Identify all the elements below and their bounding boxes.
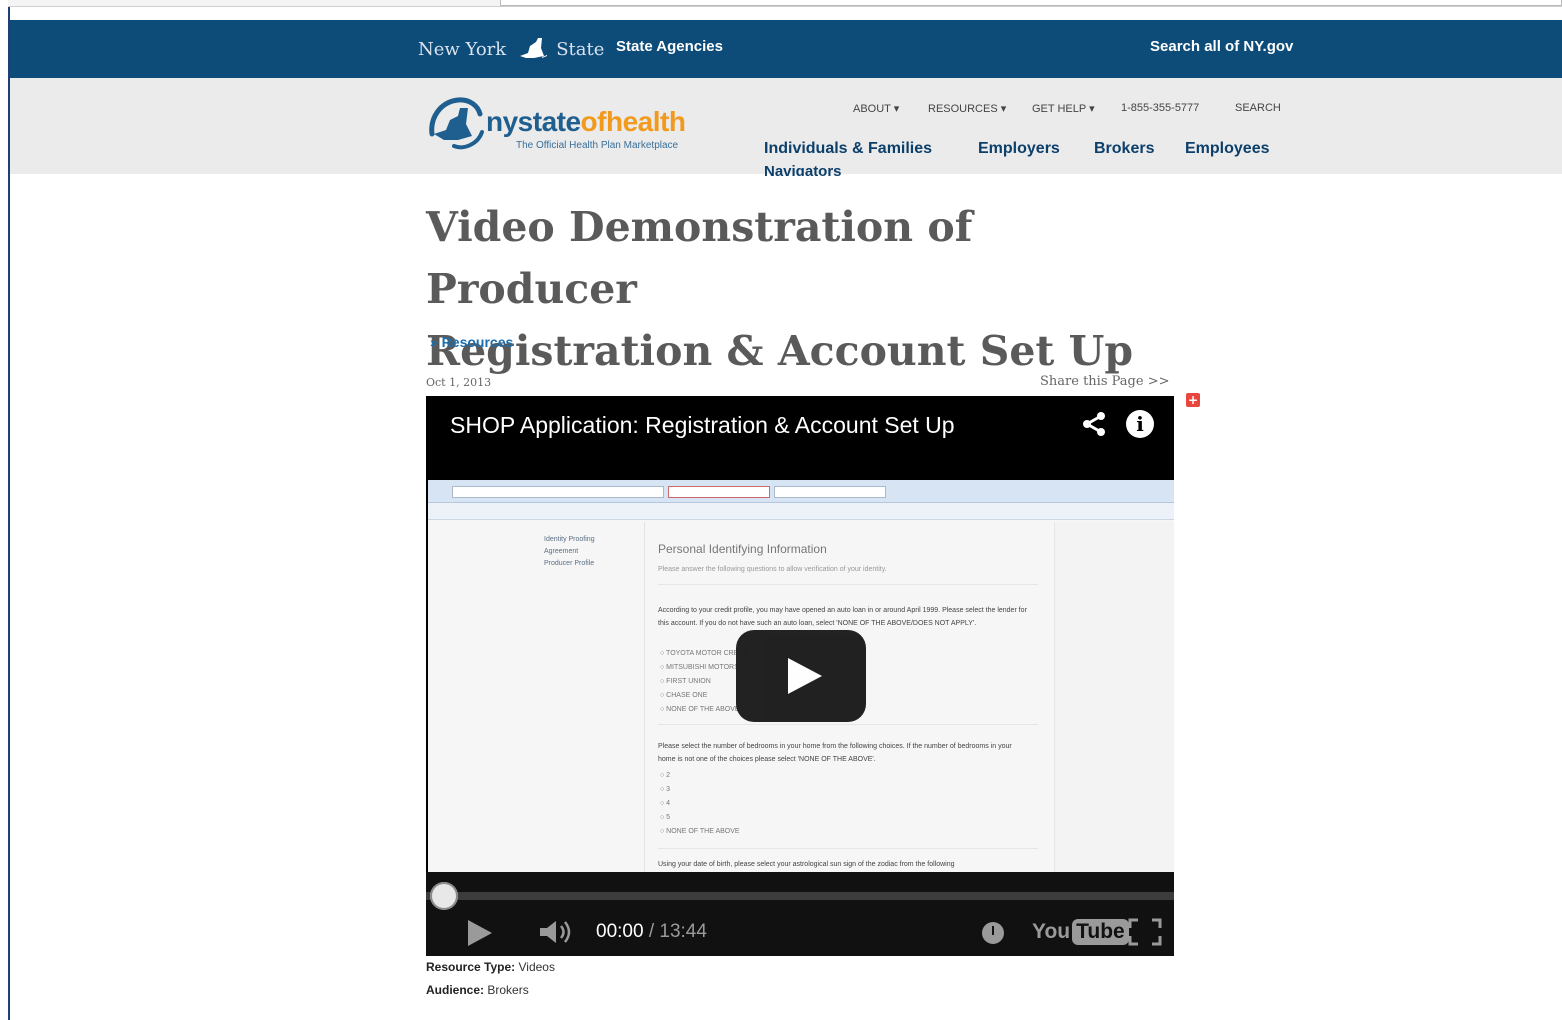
util-nav-search[interactable]: SEARCH: [1235, 102, 1281, 114]
add-share-icon[interactable]: +: [1186, 393, 1200, 407]
audience: Audience: Brokers: [426, 983, 529, 997]
thumb-option: ○ 2: [660, 772, 671, 779]
ny-brand-right: State: [556, 38, 605, 60]
thumb-tab-1: [668, 486, 770, 498]
util-nav-get-help[interactable]: GET HELP ▾: [1032, 102, 1095, 115]
state-agencies-link[interactable]: State Agencies: [616, 38, 723, 55]
youtube-logo-tube: Tube: [1072, 919, 1129, 945]
ny-brand-left: New York: [418, 38, 507, 60]
time-total: / 13:44: [648, 921, 707, 942]
nav-employees[interactable]: Employees: [1185, 140, 1269, 158]
thumb-favorites-bar: [428, 503, 1174, 520]
logo-word-part1: nystate: [486, 106, 581, 137]
resource-type-value: Videos: [518, 960, 555, 974]
big-play-button[interactable]: [736, 630, 866, 722]
time-current: 00:00: [596, 921, 644, 942]
thumb-option: ○ 5: [660, 814, 671, 821]
youtube-player[interactable]: SHOP Application: Registration & Account…: [426, 396, 1174, 956]
share-icon[interactable]: [1080, 410, 1108, 438]
info-icon[interactable]: i: [1126, 410, 1154, 438]
thumb-tab-2: [774, 486, 886, 498]
thumb-option: ○ NONE OF THE ABOVE: [660, 706, 740, 713]
thumb-option: ○ CHASE ONE: [660, 692, 708, 699]
page-title-line2: Registration & Account Set Up: [426, 327, 1134, 375]
play-icon[interactable]: [468, 920, 492, 946]
thumb-question-1: According to your credit profile, you ma…: [658, 607, 1027, 627]
resource-type-label: Resource Type:: [426, 960, 516, 974]
thumb-side-menu: Identity Proofing Agreement Producer Pro…: [528, 522, 645, 872]
state-top-bar: New York State State Agencies Search all…: [10, 20, 1562, 78]
ny-state-logo[interactable]: New York State: [418, 36, 604, 62]
thumb-section-title: Personal Identifying Information: [658, 542, 827, 556]
watch-later-icon[interactable]: [982, 922, 1004, 944]
logo-mark-icon: [429, 97, 484, 150]
thumb-question-2: Please select the number of bedrooms in …: [658, 743, 1012, 763]
video-title[interactable]: SHOP Application: Registration & Account…: [450, 412, 955, 439]
ny-state-map-icon: [520, 38, 548, 58]
time-display: 00:00 / 13:44: [596, 921, 707, 943]
logo-wordmark: nystateofhealth: [486, 106, 686, 138]
youtube-logo[interactable]: You Tube: [1032, 918, 1129, 946]
thumb-question-3: Using your date of birth, please select …: [658, 861, 955, 868]
thumb-divider: [658, 848, 1038, 849]
nav-individuals-families[interactable]: Individuals & Families: [764, 140, 932, 158]
page-title-line1: Video Demonstration of Producer: [426, 203, 973, 313]
thumb-option: ○ 4: [660, 800, 671, 807]
thumb-right-panel: [1054, 522, 1174, 872]
publish-date: Oct 1, 2013: [426, 376, 492, 389]
thumb-side-item: Agreement: [544, 548, 579, 555]
thumb-side-item: Identity Proofing: [544, 536, 595, 543]
thumb-hint: Please answer the following questions to…: [658, 566, 887, 573]
fullscreen-icon[interactable]: [1128, 918, 1162, 946]
audience-value: Brokers: [487, 983, 529, 997]
volume-icon[interactable]: [538, 918, 574, 946]
nav-brokers[interactable]: Brokers: [1094, 140, 1154, 158]
site-header: nystateofhealth The Official Health Plan…: [10, 78, 1562, 176]
scrubber-handle[interactable]: [430, 882, 458, 910]
youtube-logo-you: You: [1032, 920, 1071, 943]
thumb-option: ○ 3: [660, 786, 671, 793]
thumb-divider: [658, 584, 1038, 585]
progress-bar[interactable]: [426, 892, 1174, 900]
thumb-address-field: [452, 486, 664, 498]
thumb-option: ○ NONE OF THE ABOVE: [660, 828, 740, 835]
thumb-side-item: Producer Profile: [544, 560, 595, 567]
search-ny-gov-link[interactable]: Search all of NY.gov: [1150, 38, 1293, 55]
thumb-browser-tabs: [428, 480, 1174, 503]
util-nav-phone[interactable]: 1-855-355-5777: [1121, 102, 1199, 114]
share-page-link[interactable]: Share this Page >>: [1040, 374, 1169, 389]
thumb-option: ○ MITSUBISHI MOTORS: [660, 664, 739, 671]
util-nav-about[interactable]: ABOUT ▾: [853, 102, 899, 115]
page-title: Video Demonstration of Producer Registra…: [426, 196, 1186, 382]
audience-label: Audience:: [426, 983, 485, 997]
thumb-divider: [658, 724, 1038, 725]
browser-chrome: [8, 0, 1562, 7]
player-controls: 00:00 / 13:44 You Tube: [426, 872, 1174, 956]
breadcrumb-resources[interactable]: » Resources: [430, 334, 513, 350]
address-bar[interactable]: [500, 0, 1562, 6]
logo-tagline: The Official Health Plan Marketplace: [516, 140, 679, 151]
nav-employers[interactable]: Employers: [978, 140, 1060, 158]
nystateofhealth-logo[interactable]: nystateofhealth The Official Health Plan…: [424, 94, 714, 156]
resource-type: Resource Type: Videos: [426, 960, 555, 974]
nav-navigators[interactable]: Navigators: [764, 162, 842, 176]
logo-word-part2: ofhealth: [580, 106, 686, 137]
thumb-option: ○ FIRST UNION: [660, 678, 711, 685]
util-nav-resources[interactable]: RESOURCES ▾: [928, 102, 1006, 115]
